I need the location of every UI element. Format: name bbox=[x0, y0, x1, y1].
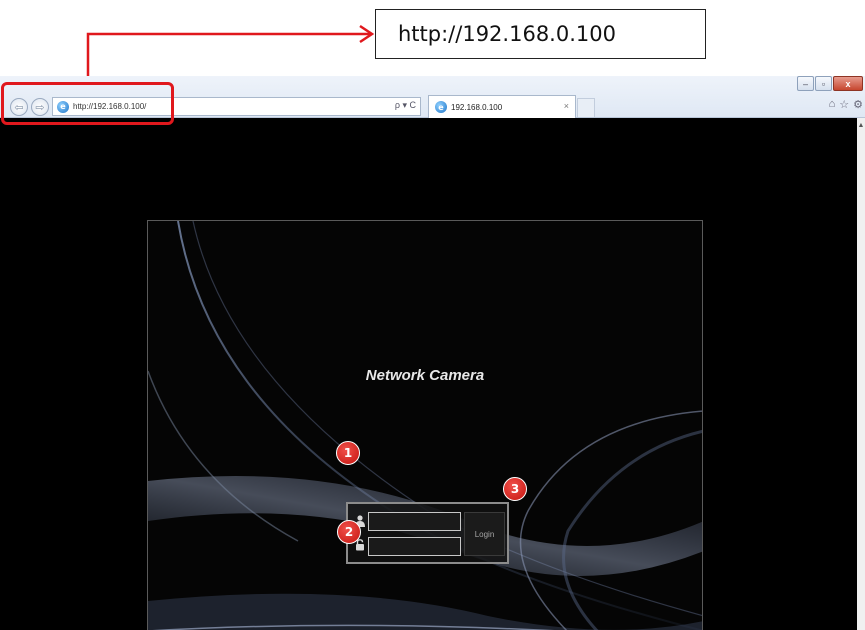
tab-title: 192.168.0.100 bbox=[451, 102, 503, 112]
gear-icon[interactable]: ⚙ bbox=[853, 98, 863, 111]
url-callout-box: http://192.168.0.100 bbox=[375, 9, 706, 59]
address-highlight-frame bbox=[1, 82, 174, 125]
username-input[interactable] bbox=[368, 512, 461, 531]
page-content: ▲ Network Camera Login bbox=[0, 118, 865, 630]
close-button[interactable]: x bbox=[833, 76, 863, 91]
browser-window: – ▫ x ⇦ ⇨ e http://192.168.0.100/ ρ ▾ C … bbox=[0, 76, 865, 630]
vertical-scrollbar[interactable]: ▲ bbox=[857, 118, 865, 630]
page-root: http://192.168.0.100 – ▫ x ⇦ ⇨ e http://… bbox=[0, 0, 865, 630]
login-panel: Network Camera Login bbox=[147, 220, 703, 630]
search-refresh-icons[interactable]: ρ ▾ C bbox=[395, 100, 416, 111]
window-controls: – ▫ x bbox=[796, 76, 863, 92]
tab-close-icon[interactable]: × bbox=[564, 101, 569, 111]
favorites-icon[interactable]: ☆ bbox=[839, 98, 849, 111]
new-tab-button[interactable] bbox=[577, 98, 595, 117]
password-input[interactable] bbox=[368, 537, 461, 556]
login-form: Login bbox=[346, 502, 509, 564]
minimize-button[interactable]: – bbox=[797, 76, 814, 91]
badge-1: 1 bbox=[336, 441, 360, 465]
background-swirls bbox=[148, 221, 702, 630]
app-title: Network Camera bbox=[365, 367, 485, 384]
login-button[interactable]: Login bbox=[464, 512, 505, 556]
badge-2: 2 bbox=[337, 520, 361, 544]
tab-ie-icon: e bbox=[435, 101, 447, 113]
home-icon[interactable]: ⌂ bbox=[829, 98, 836, 111]
browser-tool-icons: ⌂ ☆ ⚙ bbox=[829, 98, 863, 111]
maximize-button[interactable]: ▫ bbox=[815, 76, 832, 91]
badge-3: 3 bbox=[503, 477, 527, 501]
tab-active[interactable]: e 192.168.0.100 × bbox=[428, 95, 576, 118]
scroll-up-icon[interactable]: ▲ bbox=[857, 122, 865, 129]
url-callout-text: http://192.168.0.100 bbox=[398, 22, 616, 46]
